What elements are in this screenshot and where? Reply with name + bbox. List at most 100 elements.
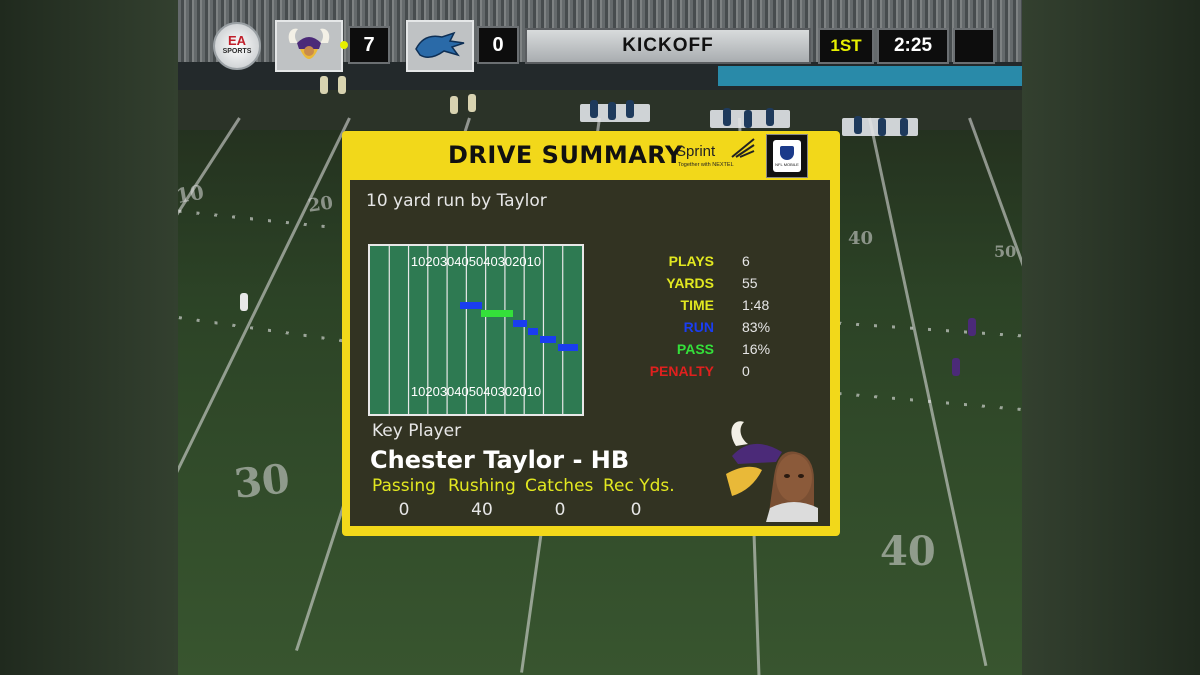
field-number: 10 (410, 254, 426, 269)
stat-header-rushing: Rushing (448, 476, 516, 496)
nfl-mobile-badge: NFL MOBILE (766, 134, 808, 178)
field-number: 30 (497, 254, 513, 269)
yard-number: 50 (994, 242, 1017, 261)
sponsor-tagline: Together with NEXTEL (678, 162, 734, 168)
yard-line (868, 117, 988, 667)
field-player (968, 318, 976, 336)
field-number: 20 (425, 254, 440, 269)
stat-value-rec-yds: 0 (630, 500, 642, 520)
home-team-logo (275, 20, 343, 72)
stat-pass: PASS 16% (640, 341, 810, 361)
field-numbers-top: 10 20 30 40 50 40 30 20 10 (370, 254, 582, 269)
field-number: 40 (454, 254, 469, 269)
field-number: 50 (468, 254, 484, 269)
sideline-player (590, 100, 598, 118)
quarter-indicator: 1ST (818, 28, 874, 64)
stat-value: 55 (742, 275, 758, 291)
yard-number: 10 (178, 179, 206, 209)
drive-summary-title: DRIVE SUMMARY (448, 141, 683, 169)
sprint-swoosh-icon (731, 138, 755, 158)
stat-value-catches: 0 (554, 500, 566, 520)
stat-time: TIME 1:48 (640, 297, 810, 317)
stat-label: PASS (676, 341, 714, 357)
stat-value: 1:48 (742, 297, 770, 313)
drive-chart-field: 10 20 30 40 50 40 30 20 10 10 20 30 40 5… (368, 244, 584, 416)
field-number: 40 (483, 384, 498, 399)
yard-number: 30 (231, 455, 292, 508)
field-number: 30 (439, 384, 455, 399)
away-score: 0 (477, 26, 519, 64)
field-number: 10 (526, 384, 542, 399)
stat-run: RUN 83% (640, 319, 810, 339)
field-number: 20 (512, 254, 527, 269)
stat-value: 0 (742, 363, 750, 379)
field-player (240, 293, 248, 311)
possession-indicator (340, 41, 348, 49)
stat-value: 6 (742, 253, 750, 269)
hash-marks (178, 316, 348, 343)
lions-logo-icon (415, 31, 465, 58)
field-number: 20 (425, 384, 440, 399)
vikings-logo-icon (288, 28, 330, 59)
sideline-player (626, 100, 634, 118)
ea-logo-text: EA (227, 33, 247, 48)
key-player-name: Chester Taylor - HB (370, 446, 630, 474)
stat-header-catches: Catches (525, 476, 594, 496)
stat-label: RUN (683, 319, 714, 335)
sideline-player (338, 76, 346, 94)
field-number: 40 (483, 254, 498, 269)
stat-penalty: PENALTY 0 (640, 363, 810, 383)
game-clock: 2:25 (877, 28, 949, 64)
field-number: 20 (512, 384, 527, 399)
run-play-segment (558, 344, 578, 351)
key-player-portrait (722, 416, 826, 522)
stat-header-passing: Passing (372, 476, 436, 496)
stat-value-passing: 0 (398, 500, 410, 520)
ea-logo-sub: SPORTS (222, 48, 252, 55)
field-number: 30 (497, 384, 513, 399)
away-team-logo (406, 20, 474, 72)
vikings-player-portrait-icon (726, 421, 818, 522)
pass-play-segment (481, 310, 513, 317)
left-pillarbox (0, 0, 178, 675)
yard-line (968, 117, 1022, 645)
stat-label: YARDS (666, 275, 714, 291)
run-play-segment (513, 320, 527, 327)
field-number: 40 (454, 384, 469, 399)
field-number: 50 (468, 384, 484, 399)
yard-number: 40 (880, 528, 936, 575)
yard-number: 40 (848, 228, 874, 249)
field-number: 30 (439, 254, 455, 269)
nfl-shield-icon: NFL MOBILE (773, 140, 801, 172)
sideline-player (320, 76, 328, 94)
last-play-text: 10 yard run by Taylor (366, 191, 547, 211)
stat-label: PLAYS (668, 253, 714, 269)
field-number: 10 (410, 384, 426, 399)
stat-label: TIME (680, 297, 714, 313)
field-player (952, 358, 960, 376)
wall-banner (718, 66, 1022, 86)
stat-value-rushing: 40 (471, 500, 493, 520)
run-play-segment (460, 302, 482, 309)
key-player-heading: Key Player (372, 421, 462, 441)
stat-value: 16% (742, 341, 771, 357)
ea-sports-logo: EA SPORTS (213, 22, 261, 70)
stat-value: 83% (742, 319, 771, 335)
right-pillarbox (1022, 0, 1200, 675)
stat-header-rec-yds: Rec Yds. (603, 476, 675, 496)
stat-label: PENALTY (649, 363, 714, 379)
field-numbers-bottom: 10 20 30 40 50 40 30 20 10 (370, 384, 582, 399)
play-clock (953, 28, 995, 64)
home-score: 7 (348, 26, 390, 64)
sideline-player (450, 96, 458, 114)
field-number: 10 (526, 254, 542, 269)
run-play-segment (528, 328, 538, 335)
sponsor-name: Sprint (676, 143, 716, 160)
nfl-mobile-label: NFL MOBILE (775, 161, 799, 167)
yard-number: 20 (306, 192, 335, 217)
run-play-segment (540, 336, 556, 343)
game-status: KICKOFF (525, 28, 811, 64)
sideline-player (468, 94, 476, 112)
hash-marks (838, 321, 1022, 338)
stat-yards: YARDS 55 (640, 275, 810, 295)
